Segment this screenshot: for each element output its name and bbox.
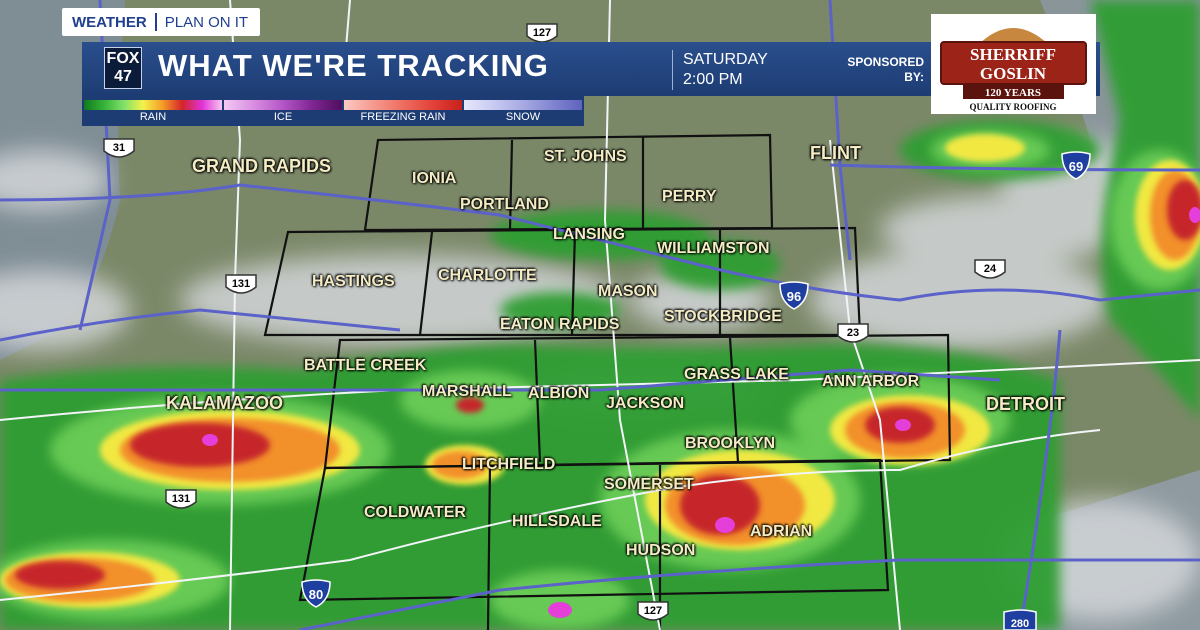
precip-legend: RAIN ICE FREEZING RAIN SNOW: [82, 96, 584, 126]
city-label-hastings: HASTINGS: [312, 273, 395, 290]
station-logo-top: FOX: [106, 50, 140, 67]
shield-label: 131: [232, 278, 250, 290]
city-label-adrian: ADRIAN: [750, 523, 813, 540]
forecast-time: SATURDAY 2:00 PM: [683, 50, 768, 90]
shield-label: 127: [644, 605, 662, 617]
sponsor-name-line2: GOSLIN: [980, 64, 1047, 83]
shield-label: 23: [847, 327, 859, 339]
city-label-portland: PORTLAND: [460, 196, 549, 213]
city-label-stockbridge: STOCKBRIDGE: [664, 308, 782, 325]
legend-label-freezing-rain: FREEZING RAIN: [360, 111, 446, 123]
city-label-hudson: HUDSON: [626, 542, 696, 559]
legend-bar-snow: [464, 100, 582, 110]
interstate-shield-69: 69: [1061, 151, 1091, 180]
highway-shield-us-131: 131: [165, 489, 197, 509]
city-label-grass-lake: GRASS LAKE: [684, 366, 789, 383]
forecast-hour: 2:00 PM: [683, 71, 743, 88]
highway-shield-us-131: 131: [225, 274, 257, 294]
sponsor-logo: SHERRIFF GOSLIN 120 YEARS QUALITY ROOFIN…: [931, 14, 1096, 114]
sponsored-line2: BY:: [904, 70, 924, 84]
legend-bar-freezing-rain: [344, 100, 462, 110]
interstate-shield-96: 96: [779, 281, 809, 310]
sponsored-line1: SPONSORED: [847, 55, 924, 69]
legend-label-ice: ICE: [273, 111, 293, 123]
city-label-grand-rapids: GRAND RAPIDS: [192, 156, 332, 176]
highway-shield-us-23: 23: [837, 323, 869, 343]
shield-label: 69: [1069, 159, 1083, 174]
segment-tag-weather: WEATHER: [72, 13, 147, 31]
city-label-perry: PERRY: [662, 188, 717, 205]
legend-bar-rain: [84, 100, 222, 110]
city-label-charlotte: CHARLOTTE: [438, 267, 537, 284]
city-label-flint: FLINT: [810, 143, 861, 163]
city-label-st-johns: ST. JOHNS: [544, 148, 627, 165]
highway-shield-us-31: 31: [103, 138, 135, 158]
segment-tag: WEATHER PLAN ON IT: [62, 8, 261, 36]
city-label-eaton-rapids: EATON RAPIDS: [500, 316, 620, 333]
shield-label: 280: [1011, 618, 1029, 630]
sponsor-name-line1: SHERRIFF: [970, 45, 1056, 64]
city-label-mason: MASON: [598, 283, 658, 300]
city-label-kalamazoo: KALAMAZOO: [166, 393, 283, 413]
sponsor-anniversary: 120 YEARS: [985, 87, 1041, 99]
shield-label: 96: [787, 289, 801, 304]
highway-shield-us-127: 127: [637, 601, 669, 621]
station-logo-bottom: 47: [114, 68, 132, 85]
city-label-jackson: JACKSON: [606, 395, 685, 412]
shield-label: 24: [984, 263, 997, 275]
interstate-shield-280: 280: [1003, 609, 1037, 630]
forecast-day: SATURDAY: [683, 51, 768, 68]
city-label-detroit: DETROIT: [986, 394, 1065, 414]
shield-label: 127: [533, 27, 551, 39]
legend-bar-ice: [224, 100, 342, 110]
sponsor-tagline: QUALITY ROOFING: [970, 102, 1057, 112]
city-label-ionia: IONIA: [412, 170, 457, 187]
sponsored-by-label: SPONSORED BY:: [836, 55, 924, 85]
city-label-albion: ALBION: [528, 385, 590, 402]
city-label-brooklyn: BROOKLYN: [685, 435, 776, 452]
city-label-battle-creek: BATTLE CREEK: [304, 357, 427, 374]
shield-label: 80: [309, 587, 323, 602]
sponsor-logo-graphic: SHERRIFF GOSLIN 120 YEARS QUALITY ROOFIN…: [940, 28, 1087, 112]
highway-shield-us-24: 24: [974, 259, 1006, 279]
city-label-marshall: MARSHALL: [422, 383, 512, 400]
segment-tag-plan-on-it: PLAN ON IT: [164, 13, 249, 31]
city-label-lansing: LANSING: [553, 226, 625, 243]
city-label-hillsdale: HILLSDALE: [512, 513, 602, 530]
city-label-coldwater: COLDWATER: [364, 504, 466, 521]
shield-label: 131: [172, 493, 190, 505]
legend-label-rain: RAIN: [139, 111, 167, 123]
interstate-shield-80: 80: [301, 579, 331, 608]
legend-label-snow: SNOW: [505, 111, 541, 123]
banner-divider: [672, 50, 673, 90]
page-title: WHAT WE'RE TRACKING: [158, 48, 549, 83]
city-label-litchfield: LITCHFIELD: [462, 456, 556, 473]
station-logo: FOX 47: [104, 47, 142, 89]
city-label-somerset: SOMERSET: [604, 476, 694, 493]
city-label-ann-arbor: ANN ARBOR: [822, 373, 920, 390]
shield-label: 31: [113, 142, 125, 154]
city-label-williamston: WILLIAMSTON: [657, 240, 770, 257]
